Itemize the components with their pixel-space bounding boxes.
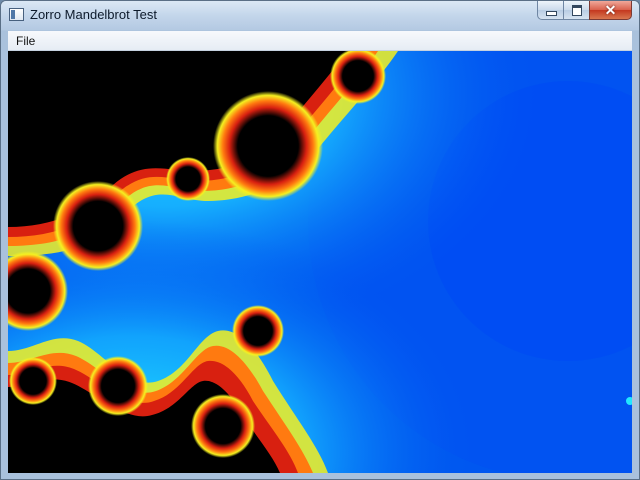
fractal-bulb [9,357,57,405]
window-title: Zorro Mandelbrot Test [30,7,157,22]
minimize-button[interactable] [537,1,563,20]
fractal-bulb [232,305,284,357]
fractal-canvas[interactable] [8,51,632,473]
minimize-icon [546,11,557,16]
fractal-bulb [53,181,143,271]
maximize-button[interactable] [563,1,589,20]
mandelbrot-render [8,51,632,473]
title-bar[interactable]: Zorro Mandelbrot Test ✕ [1,1,639,29]
close-button[interactable]: ✕ [589,1,632,20]
fractal-bulb [191,394,255,458]
maximize-icon [572,5,582,16]
fractal-bulb [166,157,210,201]
menu-file[interactable]: File [16,34,35,48]
close-icon: ✕ [604,2,617,18]
fractal-bulb [213,91,323,201]
app-window: Zorro Mandelbrot Test ✕ File [0,0,640,480]
fractal-bulb [88,356,148,416]
menu-bar: File [8,31,632,51]
app-window-icon[interactable] [9,8,24,21]
caption-buttons: ✕ [537,1,632,21]
